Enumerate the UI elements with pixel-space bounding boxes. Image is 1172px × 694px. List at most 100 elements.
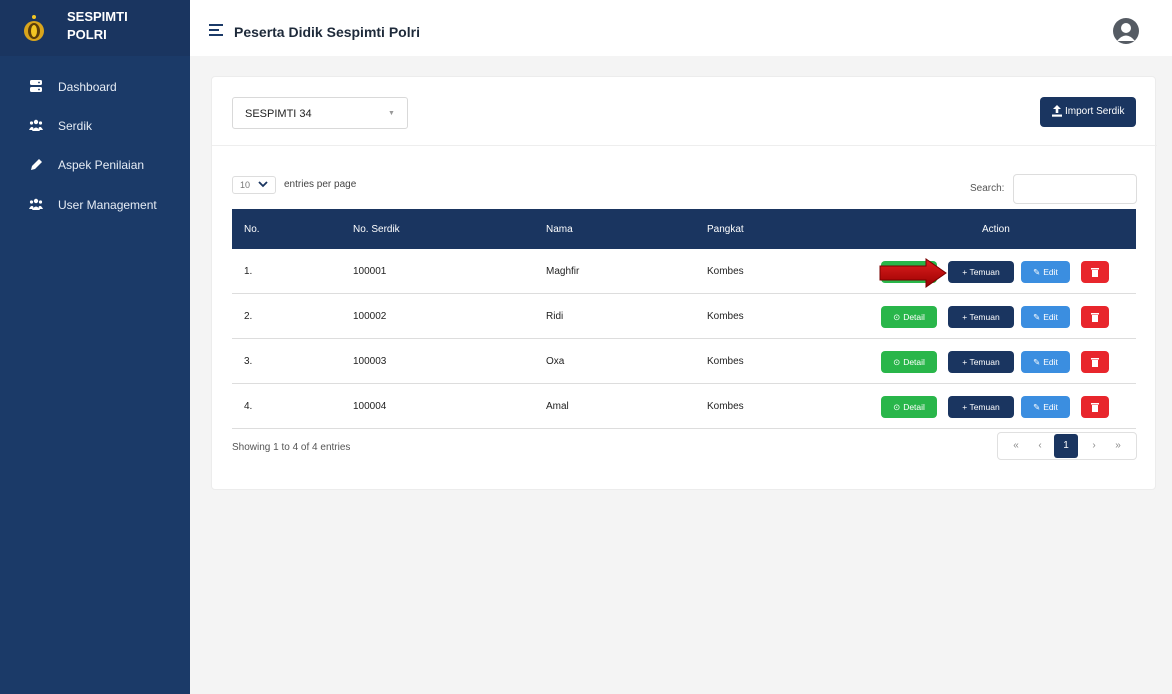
edit-icon: ✎ bbox=[1033, 311, 1041, 322]
cell-no: 2. bbox=[244, 311, 253, 322]
users-icon bbox=[29, 119, 43, 131]
cell-no: 1. bbox=[244, 266, 253, 277]
topbar: Peserta Didik Sespimti Polri bbox=[190, 8, 1172, 56]
table-header: No. No. Serdik Nama Pangkat Action bbox=[232, 209, 1136, 249]
entries-per-page-select[interactable]: 10 bbox=[232, 176, 276, 194]
sidebar-item-label: Dashboard bbox=[58, 80, 117, 94]
users-icon bbox=[29, 198, 43, 210]
add-temuan-label: + Temuan bbox=[962, 267, 1000, 277]
table-row: 1. 100001 Maghfir Kombes ⊙ Detail + Temua… bbox=[232, 249, 1136, 294]
column-header-nama[interactable]: Nama bbox=[546, 224, 573, 235]
next-page-button[interactable]: › bbox=[1082, 433, 1106, 459]
hamburger-menu-icon[interactable] bbox=[209, 24, 223, 38]
main-card: SESPIMTI 34 ▼ Import Serdik 10 entries p… bbox=[211, 76, 1157, 490]
table-row: 2. 100002 Ridi Kombes ⊙ Detail + Temuan ✎… bbox=[232, 294, 1136, 339]
cell-no-serdik: 100002 bbox=[353, 311, 387, 322]
eye-icon: ⊙ bbox=[893, 266, 901, 277]
table-row: 3. 100003 Oxa Kombes ⊙ Detail + Temuan ✎ E… bbox=[232, 339, 1136, 384]
last-page-button[interactable]: » bbox=[1106, 433, 1130, 459]
angkatan-select[interactable]: SESPIMTI 34 ▼ bbox=[232, 97, 408, 129]
detail-label: Detail bbox=[903, 402, 925, 412]
detail-button[interactable]: ⊙ Detail bbox=[881, 351, 937, 373]
cell-no-serdik: 100003 bbox=[353, 356, 387, 367]
chevron-down-icon bbox=[258, 181, 268, 188]
sidebar-item-label: Serdik bbox=[58, 119, 93, 133]
cell-no: 3. bbox=[244, 356, 253, 367]
entries-label: entries per page bbox=[284, 179, 357, 190]
brand-line2: POLRI bbox=[67, 27, 107, 42]
add-temuan-label: + Temuan bbox=[962, 312, 1000, 322]
sidebar-item-dashboard[interactable]: Dashboard bbox=[0, 72, 190, 102]
sidebar-item-aspek-penilaian[interactable]: Aspek Penilaian bbox=[0, 150, 190, 180]
angkatan-select-value: SESPIMTI 34 bbox=[245, 108, 312, 120]
add-temuan-button[interactable]: + Temuan bbox=[948, 261, 1014, 283]
trash-icon bbox=[1091, 267, 1099, 277]
column-header-no[interactable]: No. bbox=[244, 224, 260, 235]
column-header-pangkat[interactable]: Pangkat bbox=[707, 224, 744, 235]
cell-nama: Oxa bbox=[546, 356, 565, 367]
search-input[interactable] bbox=[1013, 174, 1137, 204]
add-temuan-button[interactable]: + Temuan bbox=[948, 351, 1014, 373]
previous-page-button[interactable]: ‹ bbox=[1028, 433, 1052, 459]
cell-pangkat: Kombes bbox=[707, 311, 744, 322]
pagination-info: Showing 1 to 4 of 4 entries bbox=[232, 442, 351, 453]
table-row: 4. 100004 Amal Kombes ⊙ Detail + Temuan ✎… bbox=[232, 384, 1136, 429]
trash-icon bbox=[1091, 402, 1099, 412]
column-header-action: Action bbox=[982, 224, 1010, 235]
eye-icon: ⊙ bbox=[893, 311, 901, 322]
add-temuan-button[interactable]: + Temuan bbox=[948, 396, 1014, 418]
brand-line1: SESPIMTI bbox=[67, 9, 128, 24]
edit-button[interactable]: ✎ Edit bbox=[1021, 351, 1070, 373]
edit-button[interactable]: ✎ Edit bbox=[1021, 306, 1070, 328]
sidebar-item-serdik[interactable]: Serdik bbox=[0, 111, 190, 141]
trash-icon bbox=[1091, 357, 1099, 367]
divider bbox=[212, 145, 1157, 146]
edit-button[interactable]: ✎ Edit bbox=[1021, 261, 1070, 283]
sidebar-item-label: Aspek Penilaian bbox=[58, 158, 145, 172]
cell-no-serdik: 100004 bbox=[353, 401, 387, 412]
first-page-button[interactable]: « bbox=[1004, 433, 1028, 459]
user-circle-icon[interactable] bbox=[1113, 18, 1139, 44]
edit-button[interactable]: ✎ Edit bbox=[1021, 396, 1070, 418]
sidebar-item-label: User Management bbox=[58, 198, 157, 212]
cell-pangkat: Kombes bbox=[707, 356, 744, 367]
detail-button[interactable]: ⊙ Detail bbox=[881, 306, 937, 328]
sidebar: SESPIMTI POLRI Dashboard Serdik Aspek Pe… bbox=[0, 0, 190, 694]
detail-button[interactable]: ⊙ Detail bbox=[881, 261, 937, 283]
upload-icon bbox=[1052, 105, 1062, 117]
detail-label: Detail bbox=[903, 312, 925, 322]
cell-no-serdik: 100001 bbox=[353, 266, 387, 277]
edit-icon: ✎ bbox=[1033, 401, 1041, 412]
pagination: « ‹ 1 › » bbox=[997, 432, 1137, 460]
brand[interactable]: SESPIMTI POLRI bbox=[0, 0, 190, 56]
pen-icon bbox=[31, 159, 42, 170]
polri-logo-icon bbox=[24, 15, 44, 41]
delete-button[interactable] bbox=[1081, 351, 1109, 373]
cell-no: 4. bbox=[244, 401, 253, 412]
delete-button[interactable] bbox=[1081, 396, 1109, 418]
page-1-button[interactable]: 1 bbox=[1054, 434, 1078, 458]
brand-text: SESPIMTI POLRI bbox=[67, 8, 128, 44]
delete-button[interactable] bbox=[1081, 306, 1109, 328]
page-title: Peserta Didik Sespimti Polri bbox=[234, 24, 420, 40]
database-icon bbox=[30, 80, 42, 92]
detail-label: Detail bbox=[903, 357, 925, 367]
sidebar-item-user-management[interactable]: User Management bbox=[0, 190, 190, 220]
edit-label: Edit bbox=[1043, 357, 1058, 367]
edit-icon: ✎ bbox=[1033, 266, 1041, 277]
add-temuan-label: + Temuan bbox=[962, 402, 1000, 412]
cell-nama: Maghfir bbox=[546, 266, 580, 277]
eye-icon: ⊙ bbox=[893, 401, 901, 412]
cell-nama: Amal bbox=[546, 401, 569, 412]
chevron-down-icon: ▼ bbox=[388, 110, 395, 117]
eye-icon: ⊙ bbox=[893, 356, 901, 367]
column-header-no-serdik[interactable]: No. Serdik bbox=[353, 224, 400, 235]
add-temuan-button[interactable]: + Temuan bbox=[948, 306, 1014, 328]
trash-icon bbox=[1091, 312, 1099, 322]
detail-button[interactable]: ⊙ Detail bbox=[881, 396, 937, 418]
delete-button[interactable] bbox=[1081, 261, 1109, 283]
import-serdik-button[interactable]: Import Serdik bbox=[1040, 97, 1136, 127]
cell-pangkat: Kombes bbox=[707, 266, 744, 277]
import-serdik-label: Import Serdik bbox=[1065, 106, 1125, 117]
edit-label: Edit bbox=[1043, 402, 1058, 412]
